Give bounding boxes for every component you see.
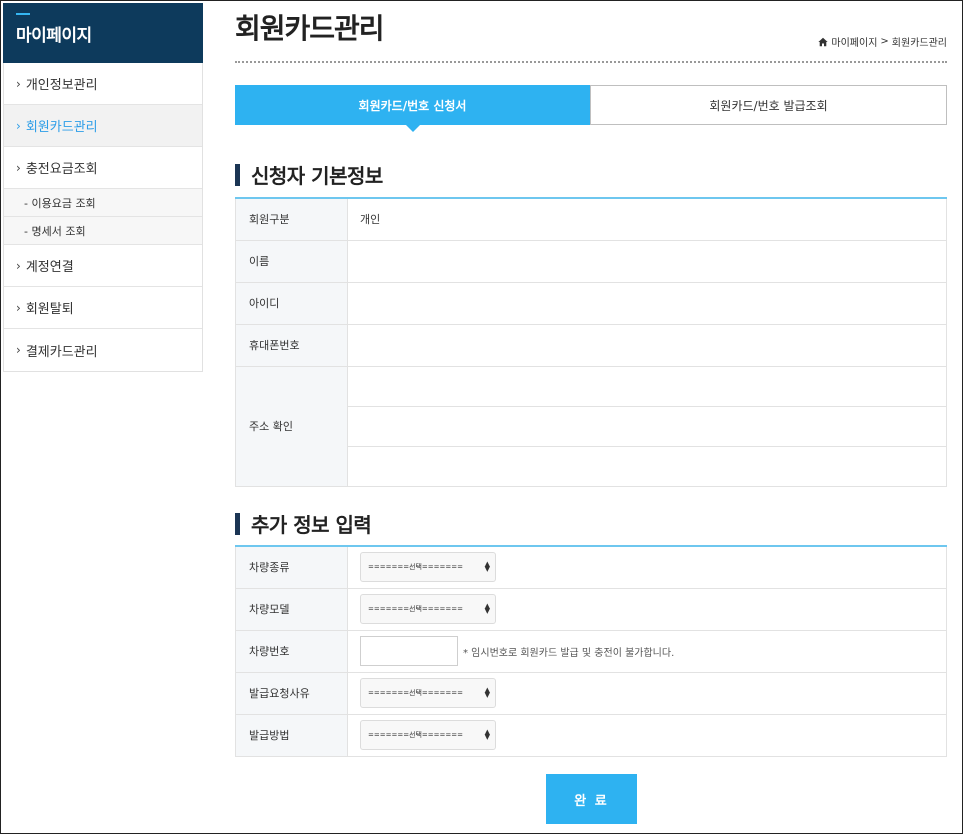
tab-label: 회원카드/번호 발급조회: [709, 98, 828, 113]
sidebar: 마이페이지 › 개인정보관리 › 회원카드관리 › 충전요금조회 - 이용요금 …: [3, 3, 203, 372]
submit-button[interactable]: 완 료: [546, 774, 637, 824]
sidebar-item-label: 회원카드관리: [25, 120, 98, 135]
section-bar: [235, 512, 240, 535]
breadcrumb-item-current: 회원카드관리: [891, 38, 947, 49]
row-value: =======선택======= ▲ ▼: [347, 588, 947, 631]
sidebar-item-label: 충전요금조회: [25, 162, 98, 177]
sidebar-title: 마이페이지: [16, 25, 92, 46]
chevron-right-icon: ›: [16, 160, 21, 175]
section-title-basic-info: 신청자 기본정보: [235, 160, 383, 189]
row-value: * 임시번호로 회원카드 발급 및 충전이 불가합니다.: [347, 630, 947, 673]
home-icon[interactable]: [818, 37, 829, 47]
row-value-phone: [347, 324, 947, 367]
chevron-right-icon: ›: [16, 300, 21, 315]
chevron-right-icon: ›: [16, 258, 21, 273]
row-label: 휴대폰번호: [235, 324, 348, 367]
table-row: 차량모델 =======선택======= ▲ ▼: [235, 588, 947, 631]
tab-label: 회원카드/번호 신청서: [358, 98, 467, 113]
page-title: 회원카드관리: [235, 12, 385, 45]
table-row: 주소 확인: [235, 366, 947, 487]
table-row: 이름: [235, 240, 947, 283]
row-label: 회원구분: [235, 198, 348, 241]
select-value: =======선택=======: [368, 689, 463, 697]
sidebar-item-member-card[interactable]: › 회원카드관리: [4, 105, 202, 147]
section-title-text: 추가 정보 입력: [251, 513, 372, 537]
table-row: 아이디: [235, 282, 947, 325]
table-row: 차량번호 * 임시번호로 회원카드 발급 및 충전이 불가합니다.: [235, 630, 947, 673]
breadcrumb-separator: >: [880, 36, 889, 47]
select-value: =======선택=======: [368, 605, 463, 613]
sidebar-item-account-link[interactable]: › 계정연결: [4, 245, 202, 287]
select-arrows-icon: ▲ ▼: [484, 728, 490, 741]
sidebar-subitem-statement[interactable]: - 명세서 조회: [4, 217, 202, 245]
address-line-2: [347, 406, 947, 447]
sidebar-item-withdraw[interactable]: › 회원탈퇴: [4, 287, 202, 329]
select-arrows-icon: ▲ ▼: [484, 602, 490, 615]
header-accent-line: [16, 13, 30, 15]
row-value: =======선택======= ▲ ▼: [347, 546, 947, 589]
row-label: 차량모델: [235, 588, 348, 631]
table-row: 차량종류 =======선택======= ▲ ▼: [235, 546, 947, 589]
sidebar-header: 마이페이지: [3, 3, 203, 63]
page-frame: 마이페이지 › 개인정보관리 › 회원카드관리 › 충전요금조회 - 이용요금 …: [0, 0, 963, 834]
issue-method-select[interactable]: =======선택======= ▲ ▼: [360, 720, 496, 750]
tab-bar: 회원카드/번호 신청서 회원카드/번호 발급조회: [235, 85, 947, 132]
sidebar-subitem-usage-fee[interactable]: - 이용요금 조회: [4, 189, 202, 217]
vehicle-number-note: * 임시번호로 회원카드 발급 및 충전이 불가합니다.: [463, 647, 675, 659]
table-row: 휴대폰번호: [235, 324, 947, 367]
sidebar-item-personal-info[interactable]: › 개인정보관리: [4, 63, 202, 105]
row-label: 차량종류: [235, 546, 348, 589]
select-arrows-icon: ▲ ▼: [484, 560, 490, 574]
issue-reason-select[interactable]: =======선택======= ▲ ▼: [360, 678, 496, 708]
address-line-1: [347, 366, 947, 407]
breadcrumb-item-mypage[interactable]: 마이페이지: [831, 34, 877, 49]
breadcrumb: 마이페이지 > 회원카드관리: [818, 34, 947, 49]
tab-issue-inquiry[interactable]: 회원카드/번호 발급조회: [590, 85, 947, 125]
section-bar: [235, 163, 240, 186]
chevron-right-icon: ›: [16, 343, 21, 357]
select-arrows-icon: ▲ ▼: [484, 686, 490, 699]
sidebar-subitem-label: - 이용요금 조회: [24, 196, 96, 210]
section-title-extra-info: 추가 정보 입력: [235, 509, 372, 538]
row-value: =======선택======= ▲ ▼: [347, 714, 947, 757]
sidebar-item-label: 회원탈퇴: [25, 302, 74, 317]
vehicle-type-select[interactable]: =======선택======= ▲ ▼: [360, 552, 496, 583]
tab-application[interactable]: 회원카드/번호 신청서: [235, 85, 590, 132]
row-value-id: [347, 282, 947, 325]
select-value: =======선택=======: [368, 563, 463, 572]
table-row: 회원구분 개인: [235, 198, 947, 241]
vehicle-number-group: * 임시번호로 회원카드 발급 및 충전이 불가합니다.: [360, 636, 946, 666]
address-line-3: [347, 446, 947, 487]
basic-info-table: 회원구분 개인 이름 아이디 휴대폰번호 주소 확인: [235, 197, 947, 487]
vehicle-number-input[interactable]: [360, 636, 458, 666]
table-row: 발급방법 =======선택======= ▲ ▼: [235, 714, 947, 757]
chevron-right-icon: ›: [16, 76, 21, 91]
row-label: 차량번호: [235, 630, 348, 673]
row-label: 아이디: [235, 282, 348, 325]
row-label: 발급요청사유: [235, 672, 348, 715]
row-label: 발급방법: [235, 714, 348, 757]
sidebar-item-label: 결제카드관리: [25, 344, 98, 360]
tab-pointer: [405, 125, 420, 132]
title-divider: [235, 61, 947, 63]
row-value: =======선택======= ▲ ▼: [347, 672, 947, 715]
select-value: =======선택=======: [368, 731, 463, 739]
row-label: 이름: [235, 240, 348, 283]
row-value-name: [347, 240, 947, 283]
vehicle-model-select[interactable]: =======선택======= ▲ ▼: [360, 594, 496, 624]
section-title-text: 신청자 기본정보: [251, 164, 383, 188]
table-row: 발급요청사유 =======선택======= ▲ ▼: [235, 672, 947, 715]
sidebar-subitem-label: - 명세서 조회: [24, 224, 86, 238]
row-value-member-type: 개인: [347, 198, 947, 241]
chevron-right-icon: ›: [16, 118, 21, 133]
sidebar-item-label: 개인정보관리: [25, 78, 98, 93]
extra-info-table: 차량종류 =======선택======= ▲ ▼ 차량모델 =======선택=…: [235, 545, 947, 757]
row-label: 주소 확인: [235, 366, 348, 487]
sidebar-item-label: 계정연결: [25, 260, 74, 275]
sidebar-item-charge-fee[interactable]: › 충전요금조회: [4, 147, 202, 189]
side-menu: › 개인정보관리 › 회원카드관리 › 충전요금조회 - 이용요금 조회 - 명…: [3, 63, 203, 372]
sidebar-item-payment-card[interactable]: › 결제카드관리: [4, 329, 202, 371]
